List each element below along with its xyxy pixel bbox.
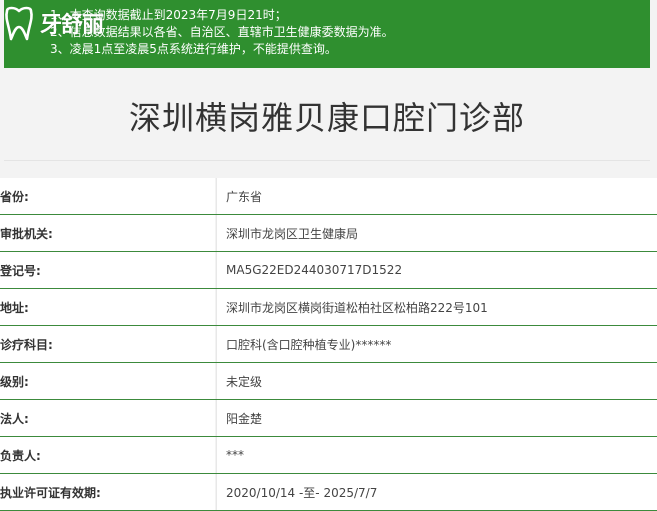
page-title: 深圳横岗雅贝康口腔门诊部 <box>128 99 525 137</box>
field-value: 深圳市龙岗区卫生健康局 <box>216 215 657 251</box>
table-row: 执业许可证有效期: 2020/10/14 -至- 2025/7/7 <box>0 474 657 511</box>
table-row: 法人: 阳金楚 <box>0 400 657 437</box>
field-value: 深圳市龙岗区横岗街道松柏社区松柏路222号101 <box>216 289 657 325</box>
field-label: 审批机关: <box>0 215 215 251</box>
field-label: 负责人: <box>0 437 215 473</box>
table-row: 地址: 深圳市龙岗区横岗街道松柏社区松柏路222号101 <box>0 289 657 326</box>
field-label: 省份: <box>0 178 215 214</box>
field-label: 级别: <box>0 363 215 399</box>
site-logo[interactable]: 牙舒丽 <box>2 4 104 42</box>
field-value: 2020/10/14 -至- 2025/7/7 <box>216 474 657 510</box>
title-area: 深圳横岗雅贝康口腔门诊部 <box>4 72 650 161</box>
table-row: 负责人: *** <box>0 437 657 474</box>
info-table: 省份: 广东省 审批机关: 深圳市龙岗区卫生健康局 登记号: MA5G22ED2… <box>0 178 657 511</box>
tooth-logo-icon <box>5 6 33 41</box>
table-row: 级别: 未定级 <box>0 363 657 400</box>
field-label: 诊疗科目: <box>0 326 215 362</box>
field-value: 广东省 <box>216 178 657 214</box>
table-row: 审批机关: 深圳市龙岗区卫生健康局 <box>0 215 657 252</box>
table-row: 诊疗科目: 口腔科(含口腔种植专业)****** <box>0 326 657 363</box>
logo-text: 牙舒丽 <box>40 12 104 38</box>
field-value: 阳金楚 <box>216 400 657 436</box>
field-value: *** <box>216 437 657 473</box>
field-label: 地址: <box>0 289 215 325</box>
table-row: 登记号: MA5G22ED244030717D1522 <box>0 252 657 289</box>
notice-line-3: 3、凌晨1点至凌晨5点系统进行维护，不能提供查询。 <box>50 42 337 56</box>
field-label: 执业许可证有效期: <box>0 474 215 510</box>
field-label: 登记号: <box>0 252 215 288</box>
field-value: 未定级 <box>216 363 657 399</box>
table-row: 省份: 广东省 <box>0 178 657 215</box>
notice-line-1: 1、本查询数据截止到2023年7月9日21时； <box>50 8 287 22</box>
notice-line-2: 2、信息数据结果以各省、自治区、直辖市卫生健康委数据为准。 <box>50 25 394 39</box>
field-value: 口腔科(含口腔种植专业)****** <box>216 326 657 362</box>
field-label: 法人: <box>0 400 215 436</box>
field-value: MA5G22ED244030717D1522 <box>216 252 657 288</box>
